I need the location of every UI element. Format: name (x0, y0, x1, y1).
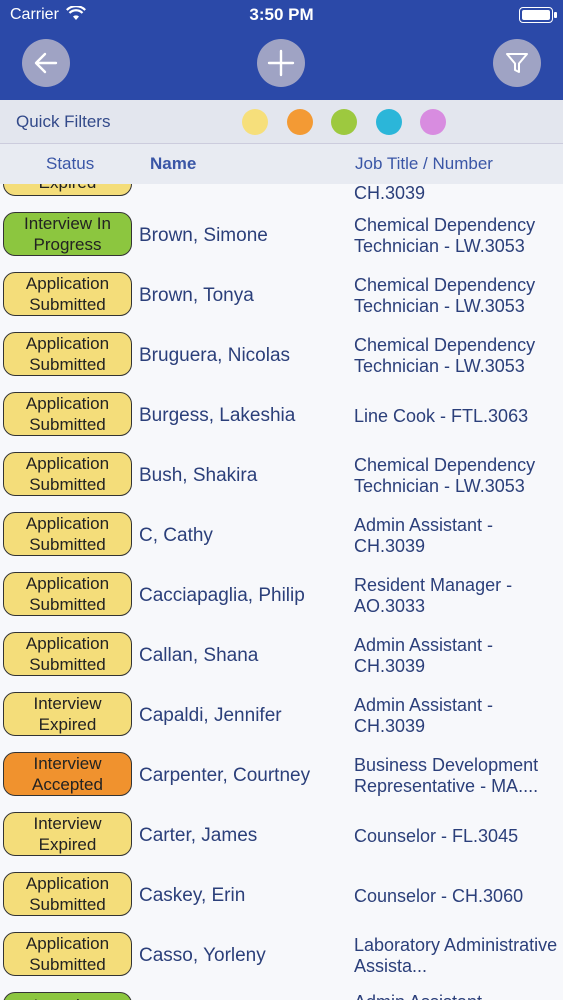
status-badge: Application Submitted (3, 512, 132, 556)
status-badge: Expired (3, 184, 132, 196)
job-title: Chemical Dependency Technician - LW.3053 (354, 335, 536, 376)
status-badge: Interview In Progress (3, 212, 132, 256)
status-badge: Application Submitted (3, 332, 132, 376)
status-badge: Application Submitted (3, 272, 132, 316)
status-badge: Application Submitted (3, 572, 132, 616)
applicant-row[interactable]: Application Submitted Casso, Yorleny Labor… (0, 926, 563, 987)
quick-filter-purple[interactable] (420, 109, 446, 135)
applicant-name: Brown, Simone (139, 225, 268, 246)
applicant-name: Burgess, Lakeshia (139, 405, 296, 426)
status-badge: Application Submitted (3, 872, 132, 916)
applicant-row[interactable]: Application Submitted Brown, Tonya Chemica… (0, 266, 563, 327)
clock: 3:50 PM (249, 5, 314, 24)
applicant-name: Callan, Shana (139, 645, 259, 666)
quick-filter-yellow[interactable] (242, 109, 268, 135)
job-title: Chemical Dependency Technician - LW.3053 (354, 275, 536, 316)
column-headers: Status Name Job Title / Number (0, 144, 563, 185)
applicant-row[interactable]: Interview Admin Assistant - (0, 986, 563, 1000)
applicant-name: Cacciapaglia, Philip (139, 585, 305, 606)
quick-filter-orange[interactable] (287, 109, 313, 135)
job-title: Line Cook - FTL.3063 (354, 405, 529, 426)
status-badge: Application Submitted (3, 932, 132, 976)
status-badge: Interview Expired (3, 812, 132, 856)
quick-filters-label: Quick Filters (16, 112, 111, 131)
applicant-name: Bush, Shakira (139, 465, 258, 486)
applicant-row[interactable]: Interview Accepted Carpenter, Courtney Bus… (0, 746, 563, 807)
arrow-left-icon (34, 52, 58, 74)
plus-icon (267, 49, 295, 77)
applicant-row[interactable]: Application Submitted Cacciapaglia, Phili… (0, 566, 563, 627)
battery-icon (519, 7, 557, 23)
applicant-row[interactable]: Interview Expired Capaldi, Jennifer Admin … (0, 686, 563, 747)
applicant-name: Carpenter, Courtney (139, 765, 311, 786)
applicant-row[interactable]: Application Submitted Caskey, Erin Counsel… (0, 866, 563, 927)
job-title: CH.3039 (354, 184, 426, 203)
job-title: Counselor - FL.3045 (354, 825, 519, 846)
quick-filters-bar: Quick Filters (0, 100, 563, 144)
name-column-header[interactable]: Name (150, 154, 196, 174)
quick-filter-blue[interactable] (376, 109, 402, 135)
filter-icon (506, 53, 528, 73)
add-button[interactable] (257, 39, 305, 87)
job-title: Admin Assistant - CH.3039 (354, 515, 494, 556)
job-title: Chemical Dependency Technician - LW.3053 (354, 215, 536, 256)
applicant-row[interactable]: Application Submitted Callan, Shana Admin … (0, 626, 563, 687)
job-title: Admin Assistant - CH.3039 (354, 635, 494, 676)
job-title: Resident Manager - AO.3033 (354, 575, 513, 616)
status-badge: Application Submitted (3, 632, 132, 676)
job-title: Chemical Dependency Technician - LW.3053 (354, 455, 536, 496)
job-title: Laboratory Administrative Assista... (354, 935, 558, 976)
applicant-row[interactable]: Interview Expired Carter, James Counselor … (0, 806, 563, 867)
app-header: Carrier 3:50 PM (0, 0, 563, 100)
job-title: Admin Assistant - CH.3039 (354, 695, 494, 736)
status-bar: Carrier 3:50 PM (0, 0, 563, 30)
job-column-header[interactable]: Job Title / Number (355, 154, 493, 174)
filter-button[interactable] (493, 39, 541, 87)
applicant-name: Bruguera, Nicolas (139, 345, 291, 366)
status-badge: Interview Accepted (3, 752, 132, 796)
applicant-row[interactable]: Interview In Progress Brown, Simone Chemic… (0, 206, 563, 267)
status-badge: Interview Expired (3, 692, 132, 736)
status-column-header[interactable]: Status (46, 154, 94, 174)
applicant-name: C, Cathy (139, 525, 213, 546)
status-badge: Interview (3, 992, 132, 1000)
job-title: Business Development Representative - MA… (354, 755, 539, 796)
applicant-row[interactable]: Expired CH.3039 (0, 184, 563, 207)
applicant-list: Expired CH.3039 Interview In Progress Brown… (0, 184, 563, 1000)
back-button[interactable] (22, 39, 70, 87)
status-badge: Application Submitted (3, 392, 132, 436)
applicant-name: Capaldi, Jennifer (139, 705, 282, 726)
applicant-name: Caskey, Erin (139, 885, 246, 906)
applicant-name: Carter, James (139, 825, 258, 846)
applicant-row[interactable]: Application Submitted Bruguera, Nicolas Ch… (0, 326, 563, 387)
status-badge: Application Submitted (3, 452, 132, 496)
applicant-row[interactable]: Application Submitted Bush, Shakira Chemic… (0, 446, 563, 507)
applicant-name: Brown, Tonya (139, 285, 254, 306)
applicant-row[interactable]: Application Submitted Burgess, Lakeshia Li… (0, 386, 563, 447)
applicant-name: Casso, Yorleny (139, 945, 266, 966)
quick-filter-green[interactable] (331, 109, 357, 135)
job-title: Admin Assistant - (354, 986, 559, 1000)
applicant-row[interactable]: Application Submitted C, Cathy Admin Assis… (0, 506, 563, 567)
job-title: Counselor - CH.3060 (354, 885, 524, 906)
